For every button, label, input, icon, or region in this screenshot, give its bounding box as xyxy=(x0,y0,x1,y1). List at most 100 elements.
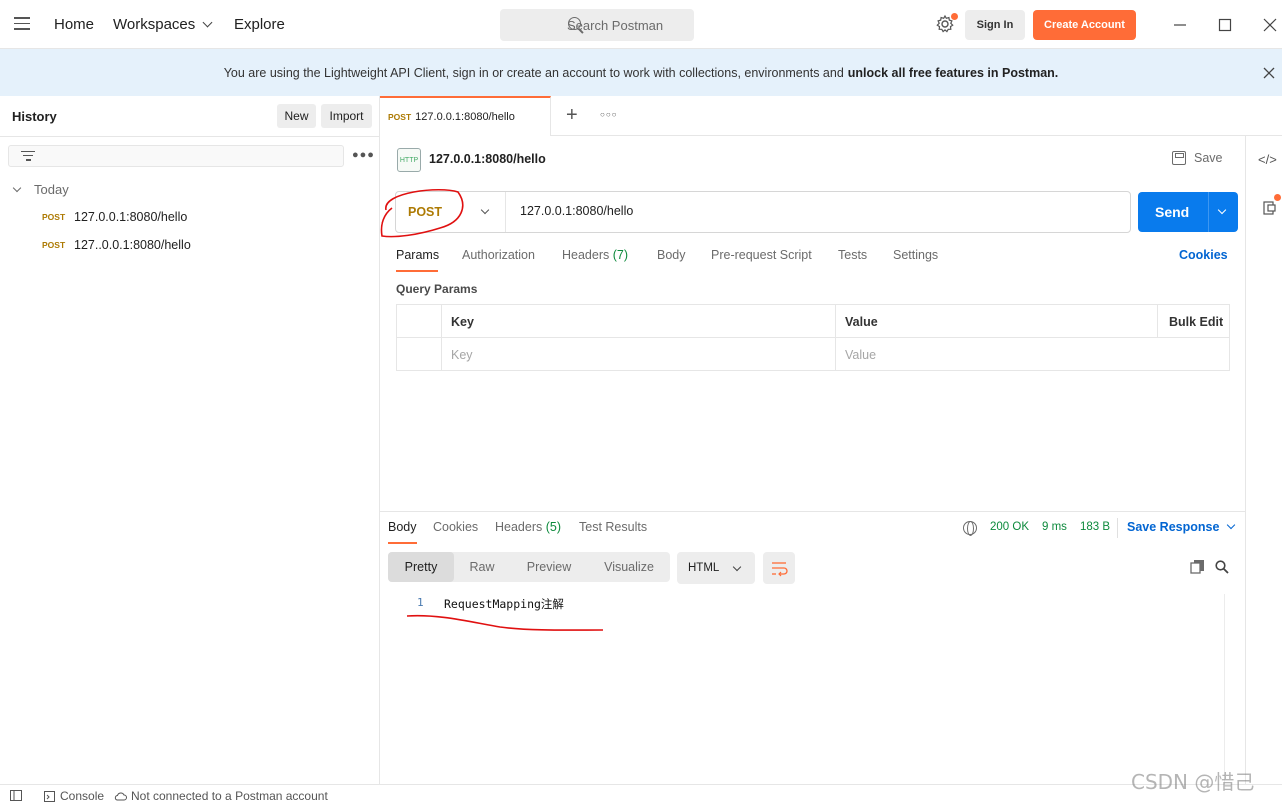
search-bar[interactable]: Search Postman xyxy=(500,9,694,41)
copy-icon[interactable] xyxy=(1190,559,1205,574)
table-row: Key Value xyxy=(397,338,1229,371)
globe-icon[interactable] xyxy=(963,521,977,536)
response-tab-headers[interactable]: Headers (5) xyxy=(495,520,561,534)
right-rail: </> xyxy=(1245,136,1282,784)
request-title: 127.0.0.1:8080/hello xyxy=(429,152,546,166)
response-tab-test-results[interactable]: Test Results xyxy=(579,520,647,534)
bulk-edit-button[interactable]: Bulk Edit xyxy=(1158,305,1229,338)
chevron-down-icon xyxy=(480,205,490,215)
view-raw-button[interactable]: Raw xyxy=(454,552,510,582)
maximize-window-icon[interactable] xyxy=(1212,12,1238,38)
response-time[interactable]: 9 ms xyxy=(1042,521,1067,533)
hamburger-menu-icon[interactable] xyxy=(14,17,30,31)
response-scrollbar[interactable] xyxy=(1224,594,1238,784)
tab-pre-request-script[interactable]: Pre-request Script xyxy=(711,248,812,262)
chevron-down-icon xyxy=(12,183,22,192)
tab-body[interactable]: Body xyxy=(657,248,686,262)
save-label: Save xyxy=(1194,151,1223,165)
tab-tests[interactable]: Tests xyxy=(838,248,867,262)
history-group-label: Today xyxy=(34,182,69,197)
send-button[interactable]: Send xyxy=(1138,192,1238,232)
close-window-icon[interactable] xyxy=(1257,12,1282,38)
history-filter-input[interactable] xyxy=(8,145,344,167)
row-checkbox[interactable] xyxy=(397,338,442,371)
import-button[interactable]: Import xyxy=(321,104,372,128)
tab-url: 127.0.0.1:8080/hello xyxy=(415,111,515,123)
nav-workspaces[interactable]: Workspaces xyxy=(113,0,213,49)
tab-settings[interactable]: Settings xyxy=(893,248,938,262)
new-button[interactable]: New xyxy=(277,104,316,128)
search-response-icon[interactable] xyxy=(1215,560,1229,574)
history-group-today[interactable]: Today xyxy=(12,182,69,197)
response-tab-headers-count: (5) xyxy=(545,520,562,534)
sign-in-button[interactable]: Sign In xyxy=(965,10,1025,40)
tab-headers-count: (7) xyxy=(612,248,629,262)
banner-close-icon[interactable] xyxy=(1262,66,1276,80)
status-bar: Console Not connected to a Postman accou… xyxy=(0,784,1282,806)
connection-status[interactable]: Not connected to a Postman account xyxy=(114,789,328,803)
create-account-button[interactable]: Create Account xyxy=(1033,10,1136,40)
active-tab-underline xyxy=(388,542,417,544)
nav-workspaces-label: Workspaces xyxy=(113,16,196,33)
save-button[interactable]: Save xyxy=(1172,151,1223,165)
nav-home[interactable]: Home xyxy=(54,0,94,49)
documentation-icon[interactable] xyxy=(1263,200,1277,215)
banner-text: You are using the Lightweight API Client… xyxy=(223,65,844,80)
value-input[interactable]: Value xyxy=(836,338,1229,371)
query-params-title: Query Params xyxy=(396,282,478,296)
http-request-icon: HTTP xyxy=(397,148,421,172)
search-icon xyxy=(568,17,581,30)
cloud-offline-icon xyxy=(114,792,127,801)
sidebar-more-icon[interactable]: ●●● xyxy=(352,149,375,161)
response-tab-cookies[interactable]: Cookies xyxy=(433,520,478,534)
console-button[interactable]: Console xyxy=(44,789,104,803)
save-icon xyxy=(1172,151,1186,165)
response-view-switcher: Pretty Raw Preview Visualize xyxy=(388,552,670,582)
view-pretty-button[interactable]: Pretty xyxy=(388,552,454,582)
tab-method: POST xyxy=(388,112,412,122)
notification-dot xyxy=(951,13,958,20)
status-code[interactable]: 200 OK xyxy=(990,521,1029,533)
response-divider[interactable] xyxy=(380,511,1245,512)
chevron-down-icon xyxy=(1227,520,1236,530)
new-tab-plus-icon[interactable]: + xyxy=(566,105,578,125)
stat-divider xyxy=(1117,518,1118,538)
sidebar-title: History xyxy=(12,109,57,124)
sidebar-divider xyxy=(0,136,379,137)
response-size[interactable]: 183 B xyxy=(1080,521,1110,533)
code-snippet-icon[interactable]: </> xyxy=(1258,152,1277,167)
history-item[interactable]: POST 127..0.0.1:8080/hello xyxy=(42,235,191,255)
sidebar-toggle-icon[interactable] xyxy=(10,790,22,801)
request-tab-bar: POST 127.0.0.1:8080/hello + ○○○ xyxy=(380,96,1282,136)
query-params-table: Key Value Bulk Edit Key Value xyxy=(396,304,1230,371)
send-options-chevron-icon[interactable] xyxy=(1217,205,1227,215)
line-number: 1 xyxy=(417,596,424,609)
history-item[interactable]: POST 127.0.0.1:8080/hello xyxy=(42,207,187,227)
lightweight-client-banner: You are using the Lightweight API Client… xyxy=(0,49,1282,96)
response-tab-headers-label: Headers xyxy=(495,520,543,534)
key-input[interactable]: Key xyxy=(442,338,836,371)
response-body-text[interactable]: RequestMapping注解 xyxy=(444,596,564,612)
url-input[interactable] xyxy=(520,204,1100,218)
tab-params[interactable]: Params xyxy=(396,248,439,262)
save-response-button[interactable]: Save Response xyxy=(1127,520,1236,534)
rail-notification-dot xyxy=(1274,194,1281,201)
tab-headers[interactable]: Headers (7) xyxy=(562,248,628,262)
wrap-lines-button[interactable] xyxy=(763,552,795,584)
response-tab-body[interactable]: Body xyxy=(388,520,417,534)
cookies-link[interactable]: Cookies xyxy=(1179,248,1228,262)
tab-authorization[interactable]: Authorization xyxy=(462,248,535,262)
response-language-select[interactable]: HTML xyxy=(677,552,755,584)
minimize-window-icon[interactable] xyxy=(1167,12,1193,38)
nav-explore[interactable]: Explore xyxy=(234,0,285,49)
request-tab[interactable]: POST 127.0.0.1:8080/hello xyxy=(380,96,551,136)
response-body-editor[interactable] xyxy=(380,594,1225,784)
history-item-url: 127.0.0.1:8080/hello xyxy=(74,210,188,224)
history-item-url: 127..0.0.1:8080/hello xyxy=(74,238,191,252)
tabs-more-icon[interactable]: ○○○ xyxy=(600,110,618,119)
value-column-header: Value xyxy=(836,305,1158,338)
view-visualize-button[interactable]: Visualize xyxy=(588,552,670,582)
method-select[interactable]: POST xyxy=(396,192,506,232)
view-preview-button[interactable]: Preview xyxy=(510,552,588,582)
active-tab-underline xyxy=(396,270,438,272)
